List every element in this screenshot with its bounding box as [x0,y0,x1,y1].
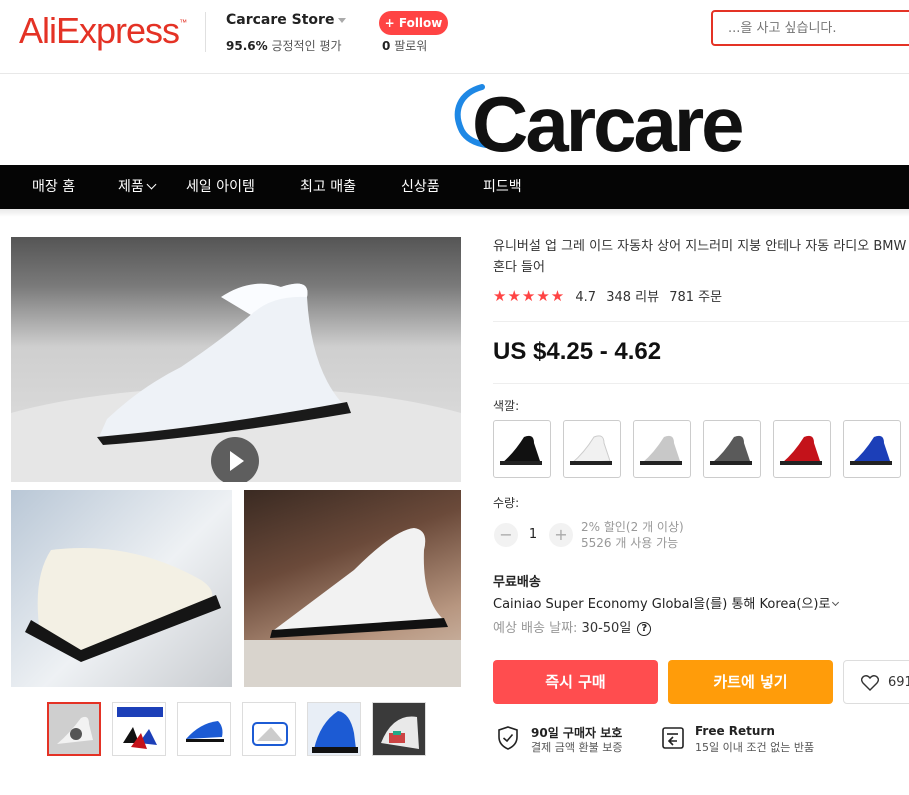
thumbnail-3[interactable] [177,702,231,756]
nav-shadow [0,209,909,217]
thumbnail-2[interactable] [112,702,166,756]
play-video-icon[interactable] [211,437,259,482]
store-rating-value: 95.6% [226,39,268,53]
nav-products[interactable]: 제품 [118,165,157,209]
swatch-blue[interactable] [843,420,901,478]
bulk-discount: 2% 할인(2 개 이상) [581,520,684,534]
chevron-down-icon [832,598,840,607]
thumbnail-5[interactable] [307,702,361,756]
thumbnail-6[interactable] [372,702,426,756]
antenna-image-2 [25,548,221,662]
nav-new-arrivals[interactable]: 신상품 [401,165,440,209]
followers: 0 팔로워 [382,37,427,54]
swatch-silver[interactable] [633,420,691,478]
swatch-black[interactable] [493,420,551,478]
return-box-icon [662,727,684,749]
nav-top-selling[interactable]: 최고 매출 [300,165,356,209]
thumbnail-4[interactable] [242,702,296,756]
quantity-value[interactable]: 1 [524,527,542,542]
header-divider [205,12,206,52]
free-return-title: Free Return [695,724,775,738]
swatch-white[interactable] [563,420,621,478]
color-label: 색깔: [493,399,520,413]
antenna-image-3 [244,528,461,687]
chevron-down-icon [146,179,157,190]
main-product-image[interactable] [11,237,461,482]
divider [493,383,909,384]
wishlist-button[interactable]: 691 [843,660,909,704]
rating-stars-icon: ★★★★★ [493,287,566,305]
store-banner: Carcare [0,75,909,168]
eta-value: 30-50일 [581,621,632,636]
product-image-2[interactable] [11,490,232,687]
follow-button[interactable]: + Follow [379,11,448,35]
swatch-gray[interactable] [703,420,761,478]
product-image-3[interactable] [244,490,461,687]
buyer-protection-desc: 결제 금액 환불 보증 [531,741,623,754]
thumbnail-strip [47,702,437,756]
rating-row: ★★★★★ 4.7 348 리뷰 781 주문 [493,286,728,305]
buy-now-button[interactable]: 즉시 구매 [493,660,658,704]
nav-products-label: 제품 [118,179,144,195]
product-gallery [11,237,461,687]
shipping-method-text: Cainiao Super Economy Global을(를) 통해 Kore… [493,597,831,612]
brand-logo-text: Carcare [472,80,745,168]
shipping-title: 무료배송 [493,575,541,590]
search-box [711,10,909,46]
logo-tm: ™ [179,18,187,27]
store-rating: 95.6% 긍정적인 평가 [226,37,342,54]
store-header: AliExpress™ Carcare Store 95.6% 긍정적인 평가 … [0,0,909,74]
store-name-text: Carcare Store [226,12,335,28]
stock-available: 5526 개 사용 가능 [581,536,679,550]
search-input[interactable] [713,12,909,44]
nav-sale-items[interactable]: 세일 아이템 [186,165,255,209]
shield-check-icon [498,726,518,750]
followers-count: 0 [382,39,391,53]
thumbnail-1[interactable] [47,702,101,756]
aliexpress-logo[interactable]: AliExpress™ [19,10,187,52]
shipping-method[interactable]: Cainiao Super Economy Global을(를) 통해 Kore… [493,593,840,612]
rating-value[interactable]: 4.7 [575,290,596,305]
nav-feedback[interactable]: 피드백 [483,165,522,209]
caret-down-icon [338,17,347,23]
free-return-desc: 15일 이내 조건 없는 반품 [695,741,815,754]
product-title: 유니버설 업 그레 이드 자동차 상어 지느러미 지붕 안테나 자동 라디오 B… [493,239,907,275]
heart-icon [861,675,879,691]
wishlist-count: 691 [888,675,909,690]
nav-store-home[interactable]: 매장 홈 [32,165,75,209]
swatch-red[interactable] [773,420,831,478]
store-nav: 매장 홈 제품 세일 아이템 최고 매출 신상품 피드백 [0,165,909,209]
review-count[interactable]: 348 리뷰 [606,290,659,305]
quantity-info: 2% 할인(2 개 이상) 5526 개 사용 가능 [581,519,684,551]
quantity-label: 수량: [493,496,520,510]
quantity-decrease-button[interactable]: − [494,523,518,547]
order-count: 781 주문 [669,290,723,305]
help-icon[interactable]: ? [637,621,652,636]
divider [493,321,909,322]
eta-label: 예상 배송 날짜: [493,621,578,636]
followers-label: 팔로워 [394,39,428,53]
quantity-increase-button[interactable]: + [549,523,573,547]
price: US $4.25 - 4.62 [493,338,662,365]
logo-text: AliExpress [19,10,180,51]
shipping-eta: 예상 배송 날짜: 30-50일? [493,617,652,636]
store-rating-label: 긍정적인 평가 [271,39,342,53]
add-to-cart-button[interactable]: 카트에 넣기 [668,660,833,704]
store-name[interactable]: Carcare Store [226,12,347,28]
